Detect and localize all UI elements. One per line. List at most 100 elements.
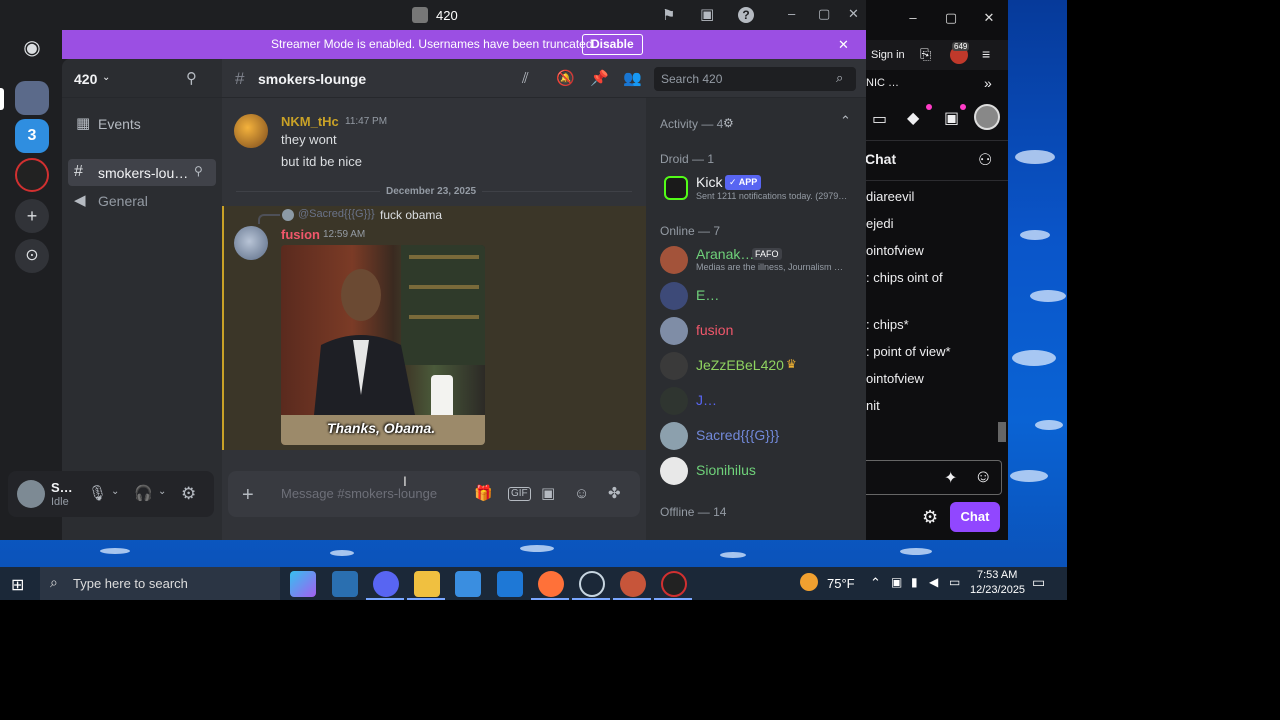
camera-icon[interactable]: ▣ [891,575,902,589]
channel-item-general[interactable]: ◀ General [68,188,216,214]
apps-icon[interactable]: ✤ [608,486,621,501]
channel-item-smokers-lounge[interactable]: # smokers-lou… ⚲ [68,159,216,186]
chevron-up-icon[interactable]: ⌃ [870,575,881,591]
member-row[interactable]: E… [654,279,860,313]
browser-close-button[interactable]: ✕ [978,10,1000,30]
mute-icon[interactable]: 🔕 [556,71,575,86]
gift-icon[interactable]: ▣ [944,108,959,128]
flag-icon[interactable]: ⚑ [662,8,675,23]
emoji-icon[interactable]: ☺ [974,466,992,487]
member-avatar [660,457,688,485]
banner-close-icon[interactable]: ✕ [838,37,849,53]
volume-icon[interactable]: ◀ [929,575,938,589]
steam-icon[interactable] [579,571,605,597]
discover-icon[interactable]: ⊙ [15,239,49,273]
users-icon[interactable]: ⚇ [978,150,992,170]
user-avatar[interactable] [234,226,268,260]
member-row-kick[interactable]: Kick ✓ APP Sent 1211 notifications today… [654,170,860,206]
copilot-icon[interactable] [290,571,316,597]
profile-avatar[interactable] [974,104,1000,130]
message-input[interactable]: Message #smokers-lounge [281,486,437,501]
member-row[interactable]: JeZzEBeL420 ♛ [654,349,860,383]
menu-icon[interactable]: ≡ [982,46,990,62]
browser-tab[interactable]: NIC … [866,77,899,89]
inbox-icon[interactable]: ▭ [872,109,887,129]
mail-icon[interactable] [497,571,523,597]
chevron-down-icon[interactable]: ⌄ [111,487,119,497]
server-header[interactable]: 420 ⌄ ⚲ [62,59,222,98]
pin-icon[interactable]: 📌 [590,71,609,86]
clock-date[interactable]: 12/23/2025 [970,584,1025,596]
headphones-icon[interactable]: 🎧 [134,486,153,501]
user-avatar[interactable] [17,480,45,508]
message-author[interactable]: NKM_tHc [281,114,339,129]
close-button[interactable]: ✕ [848,7,859,20]
microphone-icon[interactable]: 🎙 [88,486,107,501]
discord-home-icon[interactable]: ◉ [15,31,49,65]
firefox-icon[interactable] [538,571,564,597]
chat-send-button[interactable]: Chat [950,502,1000,532]
member-row[interactable]: J… [654,384,860,418]
microphone-icon[interactable]: ▮ [911,575,918,589]
gif-image[interactable]: Thanks, Obama. [281,245,485,445]
user-avatar[interactable] [234,114,268,148]
reply-avatar [282,209,294,221]
add-server-icon[interactable]: + [15,199,49,233]
search-input[interactable]: Search 420 ⌕ [654,67,856,91]
member-list: Activity — 4 ⚙ ⌃ Droid — 1 Kick ✓ APP Se… [646,98,866,540]
disable-button[interactable]: Disable [582,34,643,55]
help-icon[interactable]: ? [738,7,754,23]
add-attachment-icon[interactable]: + [242,485,254,505]
network-icon[interactable]: ▭ [949,575,960,589]
chat-scrollbar[interactable] [998,180,1006,460]
settings-icon[interactable]: ⚙ [922,507,938,528]
server-icon-420[interactable] [15,81,49,115]
game-icon[interactable] [620,571,646,597]
gem-icon[interactable]: ◆ [907,108,919,128]
gif-icon[interactable]: GIF [508,487,531,501]
weather-icon[interactable] [800,573,818,591]
windows-start-icon[interactable]: ⊞ [11,575,24,595]
events-item[interactable]: ▦ Events [68,111,216,137]
file-explorer-icon[interactable] [414,571,440,597]
store-icon[interactable] [455,571,481,597]
member-row[interactable]: Aranak… FAFO Medias are the illness, Jou… [654,243,860,277]
settings-icon[interactable]: ⚙ [181,485,196,502]
server-icon-red[interactable] [15,158,49,192]
app-icon[interactable] [661,571,687,597]
clock-time[interactable]: 7:53 AM [977,569,1017,581]
reply-mention[interactable]: @Sacred{{{G}}} [298,208,375,220]
activity-header[interactable]: Activity — 4 [660,117,723,131]
sticker-icon[interactable]: ▣ [541,486,555,501]
chevron-right-icon[interactable]: » [984,75,992,91]
threads-icon[interactable]: ⫽ [522,71,529,86]
offline-header: Offline — 14 [660,505,727,519]
weather-temp[interactable]: 75°F [827,576,855,591]
gift-icon[interactable]: 🎁 [474,486,493,501]
chevron-down-icon[interactable]: ⌄ [158,487,166,497]
gear-icon[interactable]: ⚙ [723,117,734,129]
inbox-icon[interactable]: ▣ [700,7,714,22]
browser-maximize-button[interactable]: ▢ [940,10,962,30]
discord-taskbar-icon[interactable] [373,571,399,597]
chevron-up-icon[interactable]: ⌃ [840,114,851,127]
member-row[interactable]: Sionihilus [654,454,860,488]
server-icon [412,7,428,23]
minimize-button[interactable]: – [788,7,795,20]
app-icon[interactable] [332,571,358,597]
emoji-icon[interactable]: ☺ [574,486,589,501]
taskbar-search[interactable]: ⌕ Type here to search [40,567,280,600]
invite-icon[interactable]: ⚲ [194,165,203,177]
extension-icon[interactable]: ⎘ [920,46,931,63]
server-icon-3max[interactable]: 3 [15,119,49,153]
party-icon[interactable]: ✦ [944,468,957,488]
member-row[interactable]: fusion [654,314,860,348]
members-icon[interactable]: 👥 [623,71,642,86]
message-author[interactable]: fusion [281,227,320,242]
maximize-button[interactable]: ▢ [818,7,830,20]
browser-minimize-button[interactable]: – [902,10,924,30]
member-row[interactable]: Sacred{{{G}}} [654,419,860,453]
notifications-icon[interactable]: ▭ [1032,574,1045,591]
sign-in-link[interactable]: Sign in [871,49,905,61]
add-user-icon[interactable]: ⚲ [186,71,197,86]
